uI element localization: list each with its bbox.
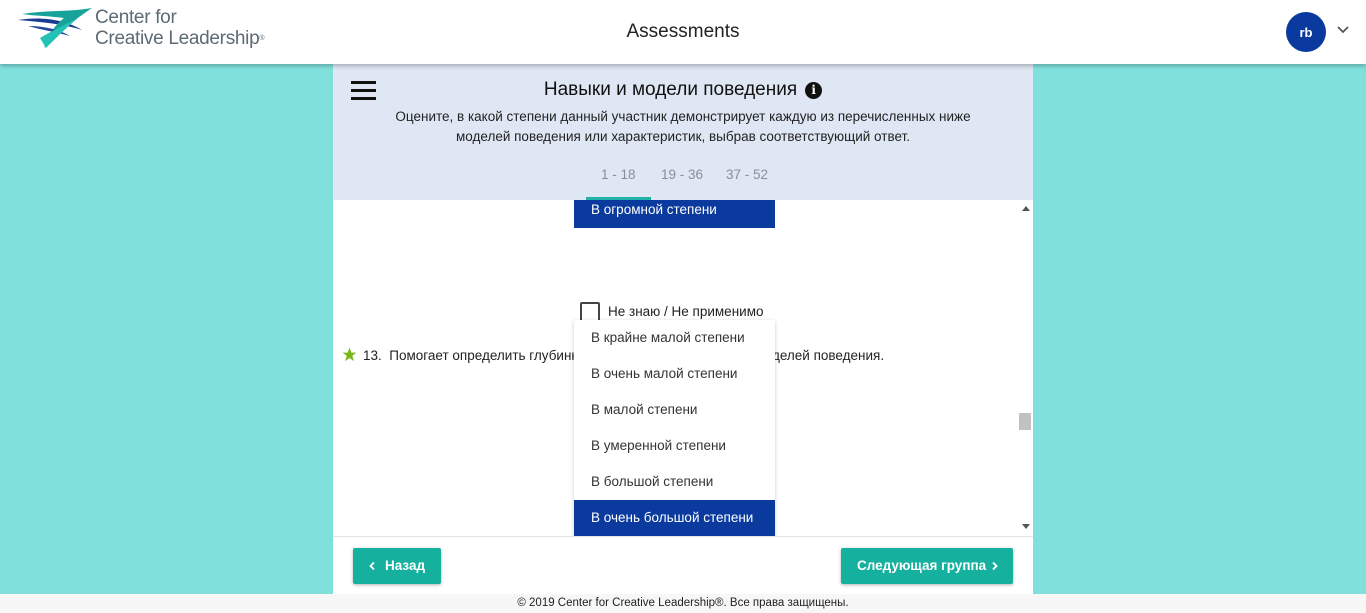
chevron-right-icon: [992, 562, 998, 570]
not-applicable-checkbox[interactable]: [580, 302, 600, 322]
info-icon[interactable]: i: [805, 81, 823, 99]
chevron-left-icon: [369, 562, 375, 570]
back-button[interactable]: Назад: [353, 548, 441, 584]
copyright-footer: © 2019 Center for Creative Leadership®. …: [0, 594, 1366, 613]
back-button-label: Назад: [385, 558, 426, 573]
top-bar: Center for Creative Leadership® Assessme…: [0, 0, 1366, 64]
section-title: Навыки и модели поведения i: [333, 79, 1033, 101]
assessment-panel: Навыки и модели поведения i Оцените, в ка…: [333, 64, 1033, 595]
tab-37-52[interactable]: 37 - 52: [726, 167, 768, 182]
questions-scroll-area[interactable]: В огромной степени Не знаю / Не применим…: [333, 200, 1033, 536]
section-title-text: Навыки и модели поведения: [543, 79, 798, 100]
question-number: 13.: [363, 348, 382, 363]
previous-selected-answer[interactable]: В огромной степени: [574, 200, 775, 228]
option-large[interactable]: В большой степени: [574, 464, 775, 500]
scroll-down-arrow-icon[interactable]: [1022, 524, 1030, 529]
section-instructions: Оцените, в какой степени данный участник…: [395, 109, 971, 144]
next-group-button[interactable]: Следующая группа: [841, 548, 1013, 584]
navigation-bar: Назад Следующая группа: [333, 536, 1033, 595]
app-title: Assessments: [626, 21, 740, 42]
chevron-down-icon[interactable]: [1337, 25, 1349, 35]
next-group-button-label: Следующая группа: [857, 558, 987, 573]
option-very-small[interactable]: В очень малой степени: [574, 356, 775, 392]
not-applicable-label[interactable]: Не знаю / Не применимо: [608, 304, 763, 319]
tab-19-36[interactable]: 19 - 36: [661, 167, 703, 182]
section-header: Навыки и модели поведения i Оцените, в ка…: [333, 64, 1033, 200]
tab-1-18[interactable]: 1 - 18: [601, 167, 636, 182]
scrollbar-thumb[interactable]: [1019, 413, 1031, 430]
scroll-up-arrow-icon[interactable]: [1022, 206, 1030, 211]
vertical-scrollbar[interactable]: [1018, 200, 1033, 536]
star-icon: [342, 347, 357, 362]
option-small[interactable]: В малой степени: [574, 392, 775, 428]
option-moderate[interactable]: В умеренной степени: [574, 428, 775, 464]
option-very-large[interactable]: В очень большой степени: [574, 500, 775, 536]
user-avatar[interactable]: rb: [1286, 12, 1326, 52]
option-extremely-small[interactable]: В крайне малой степени: [574, 320, 775, 356]
